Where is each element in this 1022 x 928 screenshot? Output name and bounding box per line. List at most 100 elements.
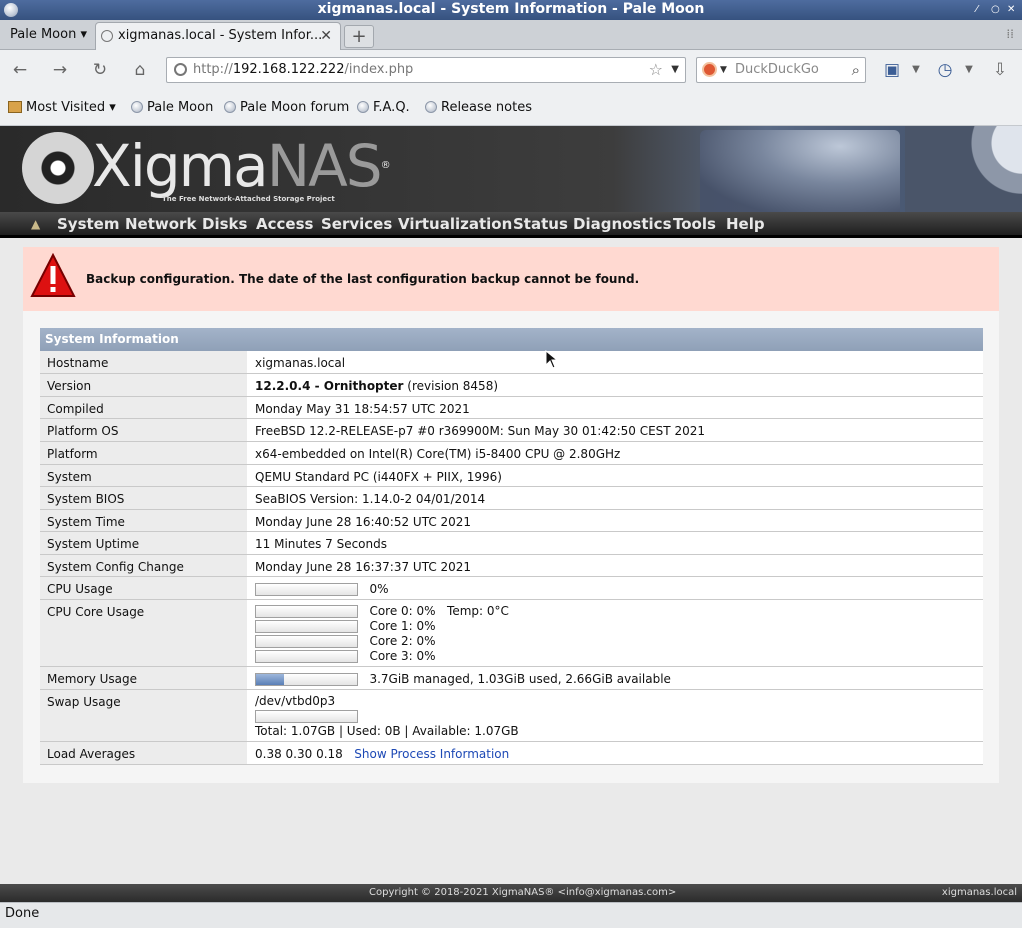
url-prefix: http:// (193, 62, 233, 77)
tab-active[interactable]: xigmanas.local - System Infor... ✕ (95, 22, 341, 50)
site-identity-icon[interactable] (174, 63, 187, 76)
row-label: Platform OS (40, 419, 247, 441)
cpu-usage-value: 0% (369, 582, 389, 596)
globe-icon (131, 101, 143, 113)
core-usage-bar (255, 605, 358, 618)
row-system-bios: System BIOS SeaBIOS Version: 1.14.0-2 04/… (40, 487, 983, 510)
row-system-time: System Time Monday June 28 16:40:52 UTC 2… (40, 510, 983, 532)
bookmarks-menu-icon[interactable]: ▣ (880, 59, 904, 81)
row-value: 0.38 0.30 0.18 Show Process Information (247, 742, 509, 761)
url-input[interactable]: http://192.168.122.222/index.php ☆ ▼ (166, 57, 686, 83)
minimize-icon[interactable]: ⁄ (976, 0, 978, 19)
menu-services[interactable]: Services (321, 215, 392, 234)
menu-diagnostics[interactable]: Diagnostics (573, 215, 672, 234)
back-button[interactable]: ← (8, 59, 32, 81)
search-input[interactable]: ▼ DuckDuckGo ⌕ (696, 57, 866, 83)
bookmark-label: Release notes (441, 100, 532, 115)
bookmark-label: F.A.Q. (373, 100, 410, 115)
menu-access[interactable]: Access (256, 215, 313, 234)
bookmark-star-icon[interactable]: ☆ (649, 58, 663, 82)
row-hostname: Hostname xigmanas.local (40, 351, 983, 374)
alert-text: Backup configuration. The date of the la… (86, 272, 640, 286)
cpu-temp: Temp: 0°C (447, 604, 509, 618)
menu-help[interactable]: Help (726, 215, 765, 234)
menu-disks[interactable]: Disks (202, 215, 247, 234)
hard-disk-platter-image (905, 126, 1022, 212)
bookmark-faq[interactable]: F.A.Q. (357, 100, 410, 116)
home-icon[interactable]: ▲ (31, 217, 40, 231)
history-dropdown-icon[interactable]: ▼ (957, 59, 981, 81)
row-value: x64-embedded on Intel(R) Core(TM) i5-840… (255, 447, 621, 461)
row-label: System BIOS (40, 487, 247, 509)
duckduckgo-icon[interactable] (702, 62, 717, 77)
tab-list-icon[interactable]: ⁞⁞ (1006, 27, 1014, 41)
core-value: Core 2: 0% (369, 634, 436, 648)
bookmark-most-visited[interactable]: Most Visited ▾ (8, 100, 116, 116)
downloads-icon[interactable]: ⇩ (988, 59, 1012, 81)
close-tab-icon[interactable]: ✕ (320, 23, 332, 49)
forward-button[interactable]: → (48, 59, 72, 81)
row-label: Swap Usage (40, 690, 247, 741)
row-value: 0% (247, 577, 389, 596)
reload-button[interactable]: ↻ (88, 59, 112, 81)
backup-alert: Backup configuration. The date of the la… (23, 247, 999, 311)
footer-copyright: Copyright © 2018-2021 XigmaNAS® <info@xi… (369, 887, 677, 898)
chevron-down-icon: ▾ (80, 27, 87, 42)
web-page: XigmaNAS® The Free Network-Attached Stor… (0, 126, 1022, 886)
core-value: Core 3: 0% (369, 649, 436, 663)
new-tab-button[interactable]: + (344, 25, 374, 48)
bookmarks-dropdown-icon[interactable]: ▼ (904, 59, 928, 81)
cpu-usage-bar (255, 583, 358, 596)
version-number: 12.2.0.4 - Ornithopter (255, 379, 404, 393)
bookmark-release-notes[interactable]: Release notes (425, 100, 532, 116)
mouse-cursor-icon (545, 350, 559, 369)
history-clock-icon[interactable]: ◷ (933, 59, 957, 81)
menu-virtualization[interactable]: Virtualization (398, 215, 512, 234)
menu-system[interactable]: System (57, 215, 119, 234)
status-bar: Done (0, 902, 1022, 928)
row-label: Platform (40, 442, 247, 464)
search-icon[interactable]: ⌕ (852, 58, 860, 82)
app-menu-button[interactable]: Pale Moon ▾ (4, 24, 93, 46)
search-engine-dropdown-icon[interactable]: ▼ (720, 58, 727, 82)
warning-icon (30, 253, 76, 297)
row-platform: Platform x64-embedded on Intel(R) Core(TM… (40, 442, 983, 465)
row-value: /dev/vtbd0p3 Total: 1.07GB | Used: 0B | … (247, 690, 519, 739)
memory-usage-bar-fill (256, 674, 285, 685)
row-label: System Config Change (40, 555, 247, 576)
search-placeholder: DuckDuckGo (735, 62, 819, 77)
core-line: Core 0: 0% Temp: 0°C (255, 604, 509, 619)
menu-tools[interactable]: Tools (673, 215, 716, 234)
xigmanas-header: XigmaNAS® The Free Network-Attached Stor… (0, 126, 1022, 212)
row-value: 11 Minutes 7 Seconds (255, 537, 387, 551)
swap-bar-line (255, 709, 519, 724)
window-menu-icon[interactable] (4, 3, 18, 17)
menu-network[interactable]: Network (125, 215, 196, 234)
show-process-information-link[interactable]: Show Process Information (354, 747, 509, 761)
row-value: Monday June 28 16:37:37 UTC 2021 (255, 560, 472, 574)
row-value: QEMU Standard PC (i440FX + PIIX, 1996) (255, 470, 502, 484)
close-window-icon[interactable]: ✕ (1007, 0, 1015, 19)
load-values: 0.38 0.30 0.18 (255, 747, 343, 761)
home-button[interactable]: ⌂ (128, 59, 152, 81)
core-value: Core 0: 0% (369, 604, 436, 618)
row-label: Load Averages (40, 742, 247, 764)
bookmark-pale-moon-forum[interactable]: Pale Moon forum (224, 100, 349, 116)
row-value: 3.7GiB managed, 1.03GiB used, 2.66GiB av… (247, 667, 671, 686)
row-version: Version 12.2.0.4 - Ornithopter (revision … (40, 374, 983, 397)
row-memory-usage: Memory Usage 3.7GiB managed, 1.03GiB use… (40, 667, 983, 690)
bookmark-pale-moon[interactable]: Pale Moon (131, 100, 213, 116)
menu-status[interactable]: Status (513, 215, 568, 234)
xigmanas-logo-text[interactable]: XigmaNAS® (92, 136, 391, 196)
row-label: Memory Usage (40, 667, 247, 689)
swap-device: /dev/vtbd0p3 (255, 694, 336, 708)
maximize-icon[interactable]: ○ (991, 0, 1000, 19)
url-history-dropdown-icon[interactable]: ▼ (671, 58, 679, 82)
globe-icon (425, 101, 437, 113)
row-label: System (40, 465, 247, 486)
core-line: Core 1: 0% (255, 619, 509, 634)
row-label: CPU Core Usage (40, 600, 247, 666)
row-value: Monday May 31 18:54:57 UTC 2021 (255, 402, 470, 416)
row-value: Monday June 28 16:40:52 UTC 2021 (255, 515, 472, 529)
url-host: 192.168.122.222 (232, 62, 345, 77)
